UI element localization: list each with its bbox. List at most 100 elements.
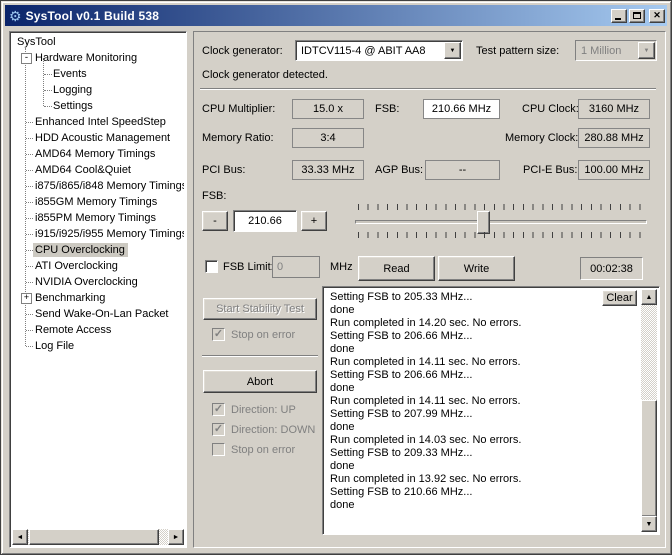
minimize-button[interactable] (611, 9, 627, 23)
cpu-multiplier-label: CPU Multiplier: (202, 103, 275, 115)
clear-log-button[interactable]: Clear (602, 290, 637, 306)
scroll-left-icon: ◄ (17, 534, 24, 541)
log-output[interactable]: Setting FSB to 205.33 MHz... done Run co… (322, 286, 660, 535)
scrollbar-thumb[interactable] (641, 400, 657, 517)
log-vertical-scrollbar[interactable]: ▲ ▼ (641, 289, 657, 532)
mhz-unit-label: MHz (330, 261, 353, 273)
pci-bus-label: PCI Bus: (202, 164, 245, 176)
scroll-right-button[interactable]: ► (168, 529, 184, 545)
stop-on-error-checkbox-top[interactable]: ✓ (212, 328, 225, 341)
scroll-down-button[interactable]: ▼ (641, 516, 657, 532)
fsb-input[interactable]: 210.66 (233, 210, 297, 232)
gear-icon: ⚙ (9, 9, 22, 23)
tree-item-events[interactable]: Events (12, 66, 184, 82)
minimize-icon (615, 18, 621, 20)
tree-item-log-file[interactable]: Log File (12, 338, 184, 354)
navigation-tree: SysTool Hardware Monitoring - Events Log… (12, 34, 184, 545)
stop-on-error-checkbox-bottom[interactable] (212, 443, 225, 456)
fsb-limit-input: 0 (272, 256, 320, 278)
log-line: Setting FSB to 209.33 MHz... (330, 447, 639, 460)
collapse-icon[interactable]: - (21, 53, 32, 64)
direction-up-checkbox[interactable]: ✓ (212, 403, 225, 416)
log-line: done (330, 499, 639, 512)
tree-item-systool[interactable]: SysTool (12, 34, 184, 50)
cpu-overclocking-panel: Clock generator: IDTCV115-4 @ ABIT AA8 ▼… (193, 31, 666, 548)
fsb-label: FSB: (375, 103, 399, 115)
tree-item-i875-memory-timings[interactable]: i875/i865/i848 Memory Timings (12, 178, 184, 194)
slider-thumb[interactable] (477, 211, 490, 234)
dropdown-button[interactable]: ▼ (444, 42, 461, 59)
clock-generator-select[interactable]: IDTCV115-4 @ ABIT AA8 ▼ (295, 40, 463, 61)
start-stability-test-button[interactable]: Start Stability Test (203, 298, 317, 320)
abort-button[interactable]: Abort (203, 370, 317, 393)
tree-item-send-wake-on-lan[interactable]: Send Wake-On-Lan Packet (12, 306, 184, 322)
log-line: Setting FSB to 205.33 MHz... (330, 291, 639, 304)
agp-bus-value: -- (425, 160, 500, 180)
log-line: done (330, 460, 639, 473)
tree-item-i915-memory-timings[interactable]: i915/i925/i955 Memory Timings (12, 226, 184, 242)
test-pattern-size-value: 1 Million (576, 41, 637, 60)
close-button[interactable]: ✕ (649, 9, 665, 23)
section-divider (200, 88, 656, 90)
tree-item-hardware-monitoring[interactable]: Hardware Monitoring (12, 50, 184, 66)
tree-item-ati-overclocking[interactable]: ATI Overclocking (12, 258, 184, 274)
expand-icon[interactable]: + (21, 293, 32, 304)
cpu-multiplier-value: 15.0 x (292, 99, 364, 119)
slider-track[interactable] (355, 220, 647, 224)
memory-clock-value: 280.88 MHz (578, 128, 650, 148)
title-bar[interactable]: ⚙ SysTool v0.1 Build 538 ✕ (5, 5, 667, 26)
tree-item-logging[interactable]: Logging (12, 82, 184, 98)
tree-item-settings[interactable]: Settings (12, 98, 184, 114)
fsb-increase-button[interactable]: + (301, 211, 327, 231)
scroll-left-button[interactable]: ◄ (12, 529, 28, 545)
tree-item-i855gm-memory-timings[interactable]: i855GM Memory Timings (12, 194, 184, 210)
cpu-clock-value: 3160 MHz (578, 99, 650, 119)
tree-horizontal-scrollbar[interactable]: ◄ ► (12, 529, 184, 545)
pci-bus-value: 33.33 MHz (292, 160, 364, 180)
fsb-decrease-button[interactable]: - (202, 211, 228, 231)
log-line: done (330, 304, 639, 317)
tree-item-nvidia-overclocking[interactable]: NVIDIA Overclocking (12, 274, 184, 290)
log-line: Run completed in 14.03 sec. No errors. (330, 434, 639, 447)
tree-item-i855pm-memory-timings[interactable]: i855PM Memory Timings (12, 210, 184, 226)
scroll-up-button[interactable]: ▲ (641, 289, 657, 305)
systool-window: ⚙ SysTool v0.1 Build 538 ✕ (0, 0, 672, 555)
read-button[interactable]: Read (358, 256, 435, 281)
maximize-icon (633, 12, 641, 19)
tree-item-hdd-acoustic-management[interactable]: HDD Acoustic Management (12, 130, 184, 146)
agp-bus-label: AGP Bus: (375, 164, 423, 176)
tree-item-enhanced-intel-speedstep[interactable]: Enhanced Intel SpeedStep (12, 114, 184, 130)
log-line: done (330, 421, 639, 434)
navigation-tree-panel: SysTool Hardware Monitoring - Events Log… (9, 31, 187, 548)
log-line: Run completed in 14.11 sec. No errors. (330, 395, 639, 408)
scrollbar-thumb[interactable] (29, 529, 159, 545)
fsb-limit-checkbox[interactable] (205, 260, 218, 273)
fsb-control-label: FSB: (202, 190, 226, 202)
test-pattern-size-select: 1 Million ▼ (575, 40, 657, 61)
memory-clock-label: Memory Clock: (505, 132, 578, 144)
stability-divider (202, 355, 318, 357)
check-icon: ✓ (214, 328, 223, 340)
log-line: Setting FSB to 206.66 MHz... (330, 330, 639, 343)
tree-item-remote-access[interactable]: Remote Access (12, 322, 184, 338)
tree-item-amd64-memory-timings[interactable]: AMD64 Memory Timings (12, 146, 184, 162)
log-line: done (330, 343, 639, 356)
tree-item-cpu-overclocking[interactable]: CPU Overclocking (12, 242, 184, 258)
scroll-down-icon: ▼ (646, 521, 653, 528)
stop-on-error-label-bottom: Stop on error (231, 444, 295, 456)
memory-ratio-value: 3:4 (292, 128, 364, 148)
direction-down-checkbox[interactable]: ✓ (212, 423, 225, 436)
maximize-button[interactable] (629, 9, 645, 23)
tree-item-amd64-cool-quiet[interactable]: AMD64 Cool&Quiet (12, 162, 184, 178)
tree-item-benchmarking[interactable]: Benchmarking (12, 290, 184, 306)
write-button[interactable]: Write (438, 256, 515, 281)
stop-on-error-label-top: Stop on error (231, 329, 295, 341)
slider-ticks-top (358, 204, 642, 210)
window-title: SysTool v0.1 Build 538 (26, 9, 160, 23)
window-controls: ✕ (611, 9, 665, 23)
log-line: done (330, 382, 639, 395)
slider-ticks-bottom (358, 232, 642, 238)
chevron-down-icon: ▼ (450, 48, 456, 54)
scroll-right-icon: ► (173, 534, 180, 541)
test-pattern-size-label: Test pattern size: (476, 45, 559, 57)
